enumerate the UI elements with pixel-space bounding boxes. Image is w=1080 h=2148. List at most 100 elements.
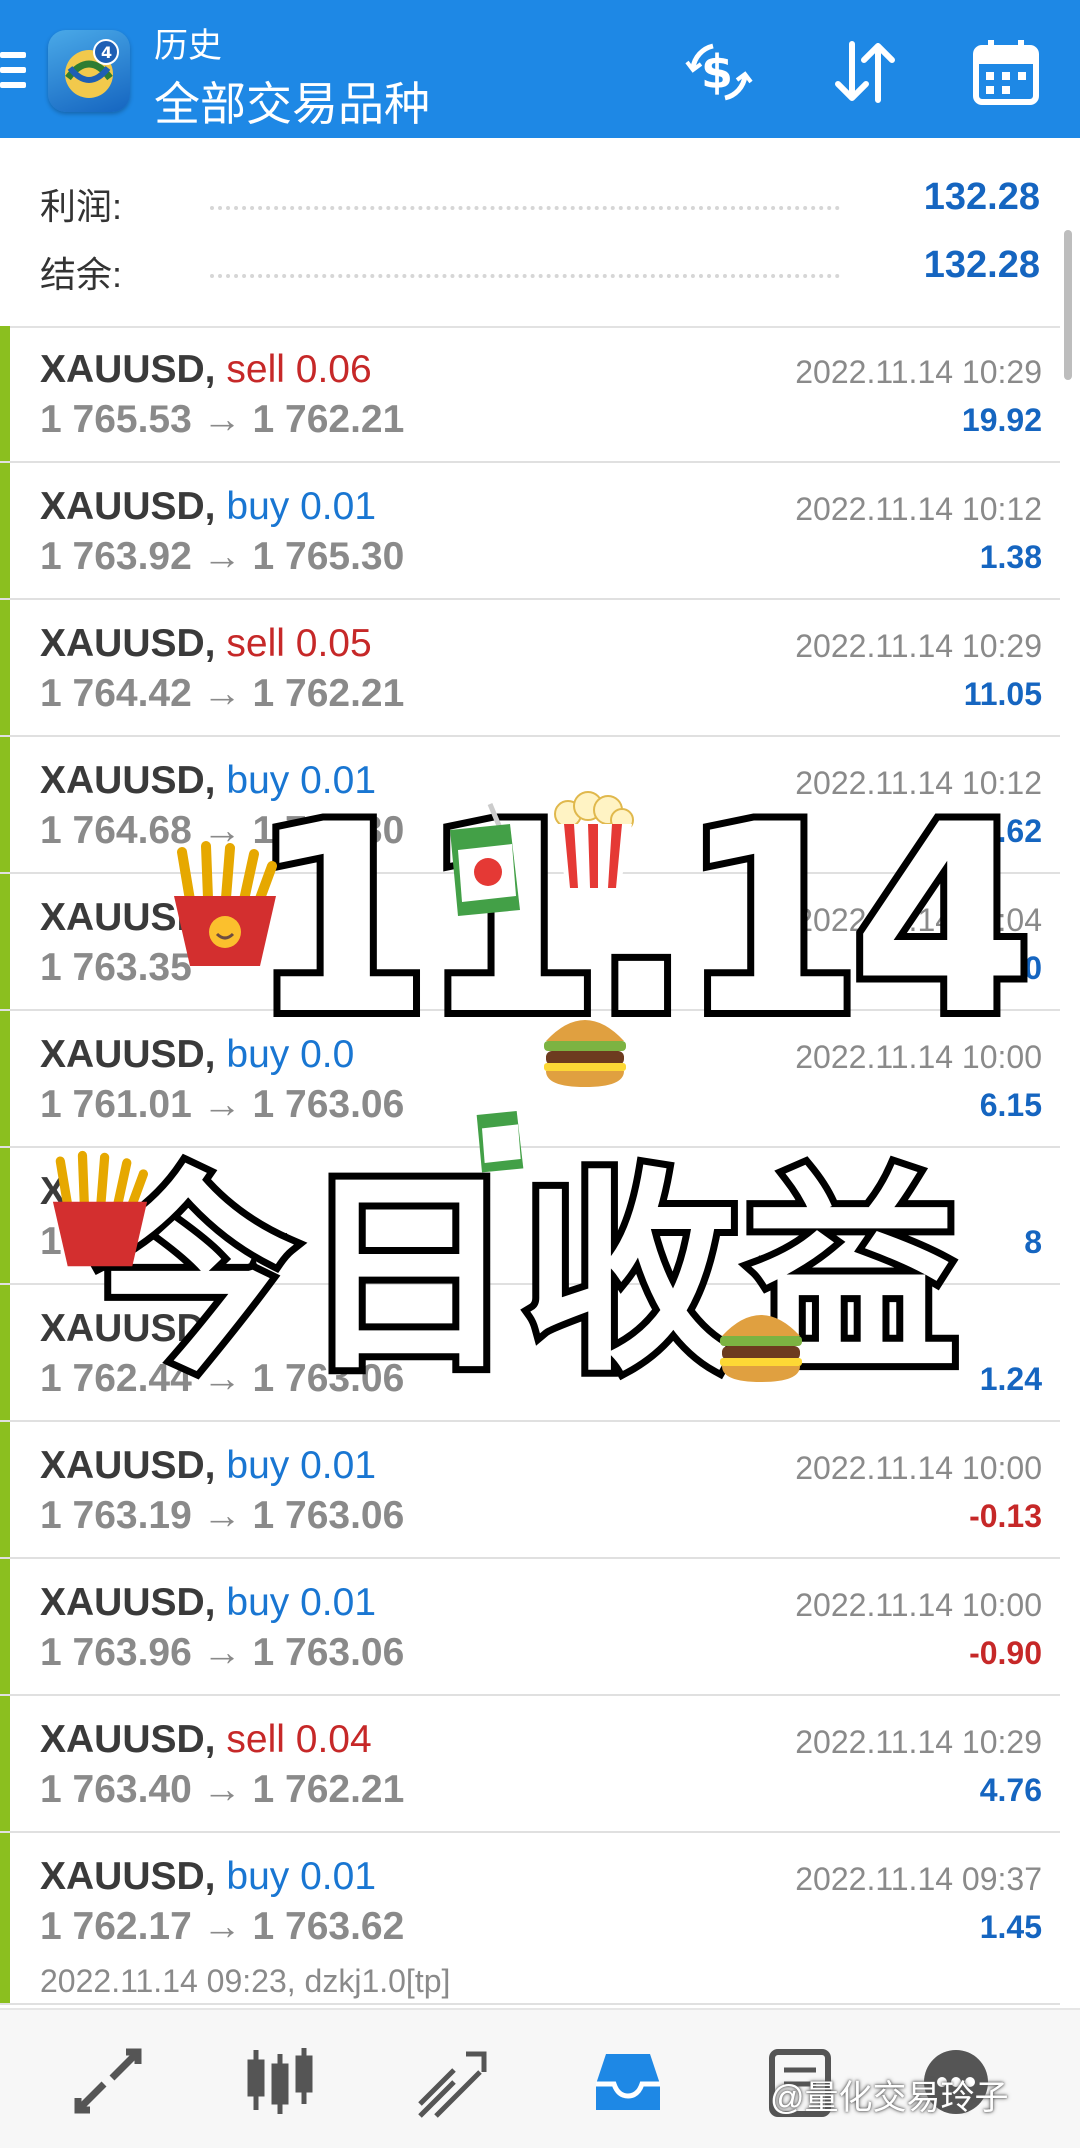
watermark-text: @量化交易玲子	[770, 2079, 1009, 2117]
trade-prices: 1 762.17 → 1 763.62	[40, 1905, 404, 1949]
trade-row[interactable]: XAUUSD, buy 0.01 1 764.68 → 1 765.30 2022.…	[0, 737, 1060, 874]
trade-row[interactable]: XAUUSD, sell 0.05 1 764.42 → 1 762.21 2022…	[0, 600, 1060, 737]
quotes-icon[interactable]	[70, 2044, 146, 2120]
trade-volume: 0.05	[295, 622, 372, 665]
trade-symbol: XAUUSD,	[40, 1581, 216, 1624]
trade-title: XAUUSD, buy 0.01	[40, 485, 376, 529]
trade-row[interactable]: XAUUSD 1 763.35 2022.11.14 10:04 1.00	[0, 874, 1060, 1011]
open-price: 1 762.17	[40, 1905, 192, 1948]
arrow-icon: →	[202, 535, 242, 578]
trade-volume: 0.01	[300, 1855, 377, 1898]
open-price: 1 762.44	[40, 1357, 192, 1400]
trade-title: XAUUSD,	[40, 1307, 216, 1351]
trade-volume: 0.01	[300, 759, 377, 802]
header-title[interactable]: 全部交易品种	[154, 68, 430, 134]
svg-text:4: 4	[101, 43, 112, 62]
close-price: 1 765.30	[252, 535, 405, 578]
trade-prices: 1 763.96 → 1 763.06	[40, 1631, 404, 1675]
open-price: 1 763.40	[40, 1768, 192, 1811]
close-price: 1 762.21	[252, 398, 405, 441]
trade-volume: 0.06	[295, 348, 372, 391]
balance-label: 结余:	[40, 254, 123, 295]
arrow-icon: →	[202, 1083, 242, 1126]
trade-row[interactable]: XAUUSD, buy 0.01 1 763.92 → 1 765.30 2022.…	[0, 463, 1060, 600]
trade-prices: 1 764.68 → 1 765.30	[40, 809, 404, 853]
trade-type-label: buy	[226, 1855, 290, 1898]
open-price: 1 764.68	[40, 809, 192, 852]
trade-row[interactable]: XAUUSD, buy 0.0 1 761.01 → 1 763.06 2022.1…	[0, 1011, 1060, 1148]
trade-volume: 0.01	[300, 1444, 377, 1487]
arrow-icon: →	[202, 1631, 242, 1674]
balance-value: 132.28	[923, 244, 1040, 286]
trade-type: sell 0.04	[226, 1718, 371, 1761]
open-price: 1 763.19	[40, 1494, 192, 1537]
trade-icon[interactable]	[414, 2044, 490, 2120]
open-price: 1 761.01	[40, 1083, 192, 1126]
trade-row[interactable]: XAUUSD, buy 0.01 1 763.19 → 1 763.06 2022.…	[0, 1422, 1060, 1559]
trade-time: 2022.11.14 10:12	[795, 765, 1042, 801]
trade-type: buy 0.01	[226, 1581, 376, 1624]
arrow-icon: →	[202, 398, 242, 441]
trade-row[interactable]: XAUUSD, sell 0.04 1 763.40 → 1 762.21 2022…	[0, 1696, 1060, 1833]
close-price: 1 763.06	[252, 1357, 405, 1400]
trade-row[interactable]: XAUUSD, sell 0.06 1 765.53 → 1 762.21 2022…	[0, 326, 1060, 463]
trade-symbol: XAUUSD,	[40, 1307, 216, 1350]
trade-prices: 1 763.92 → 1 765.30	[40, 535, 404, 579]
trade-row[interactable]: XAUUSD, buy 0.01 1 762.17 → 1 763.62 2022.…	[0, 1833, 1060, 2005]
arrow-icon: →	[202, 1494, 242, 1537]
close-price: 1 762.21	[252, 1768, 405, 1811]
trade-time: 2022.11.14 10:12	[795, 491, 1042, 527]
trade-time: 2022.11.14 10:00	[795, 1039, 1042, 1075]
open-price: 1 765.53	[40, 398, 192, 441]
profit-label: 利润:	[40, 186, 123, 227]
arrow-icon: →	[202, 1357, 242, 1400]
svg-text:$: $	[701, 45, 733, 99]
trade-title: XAUUSD, sell 0.04	[40, 1718, 372, 1762]
trade-type-label: buy	[226, 759, 290, 802]
trade-prices: 1 761.01 → 1 763.06	[40, 1083, 404, 1127]
trade-row[interactable]: XAUUSD, 1 762.44 → 1 763.06 1.24	[0, 1285, 1060, 1422]
trade-time: 2022.11.14 10:29	[795, 354, 1042, 390]
trade-title: XAUUSD, buy 0.01	[40, 1581, 376, 1625]
close-price: 1 765.30	[252, 809, 405, 852]
trade-type-label: sell	[226, 348, 285, 391]
chart-icon[interactable]	[242, 2044, 318, 2120]
currency-icon[interactable]: $	[683, 36, 755, 108]
trade-row[interactable]: X 1 8	[0, 1148, 1060, 1285]
trade-row[interactable]: XAUUSD, buy 0.01 1 763.96 → 1 763.06 2022.…	[0, 1559, 1060, 1696]
history-icon[interactable]	[590, 2044, 666, 2120]
trade-symbol: XAUUSD,	[40, 348, 216, 391]
trade-type: sell 0.06	[226, 348, 371, 391]
trade-profit: 1.24	[979, 1361, 1042, 1397]
trade-time: 2022.11.14 10:29	[795, 628, 1042, 664]
trade-title: XAUUSD, buy 0.01	[40, 1855, 376, 1899]
trade-type-label: sell	[226, 1718, 285, 1761]
trade-type-label: buy	[226, 1033, 290, 1076]
trade-volume: 0.0	[300, 1033, 355, 1076]
trade-profit: 0.62	[979, 813, 1042, 849]
trade-type-label: sell	[226, 622, 285, 665]
header-subtitle: 历史	[154, 27, 222, 65]
trade-time: 2022.11.14 10:00	[795, 1450, 1042, 1486]
trade-prices: 1 763.35	[40, 946, 192, 990]
close-price: 1 763.62	[252, 1905, 405, 1948]
trade-title: XAUUSD, sell 0.06	[40, 348, 372, 392]
trade-type: buy 0.01	[226, 759, 376, 802]
trade-profit: 1.45	[979, 1909, 1042, 1945]
arrow-icon: →	[202, 1905, 242, 1948]
trade-profit: 8	[1024, 1224, 1042, 1260]
trade-type-label: buy	[226, 1444, 290, 1487]
sort-icon[interactable]	[828, 36, 900, 108]
menu-icon[interactable]	[0, 52, 26, 92]
trade-comment: 2022.11.14 09:23, dzkj1.0[tp]	[40, 1963, 451, 1999]
trade-profit: -0.90	[969, 1635, 1042, 1671]
scrollbar[interactable]	[1064, 230, 1072, 380]
calendar-icon[interactable]	[970, 36, 1042, 108]
trade-symbol: XAUUSD,	[40, 485, 216, 528]
trade-type: buy 0.01	[226, 1855, 376, 1898]
open-price: 1 763.96	[40, 1631, 192, 1674]
close-price: 1 763.06	[252, 1083, 405, 1126]
trade-title: X	[40, 1170, 66, 1214]
trade-title: XAUUSD, sell 0.05	[40, 622, 372, 666]
bottom-nav: @量化交易玲子	[0, 2008, 1080, 2148]
